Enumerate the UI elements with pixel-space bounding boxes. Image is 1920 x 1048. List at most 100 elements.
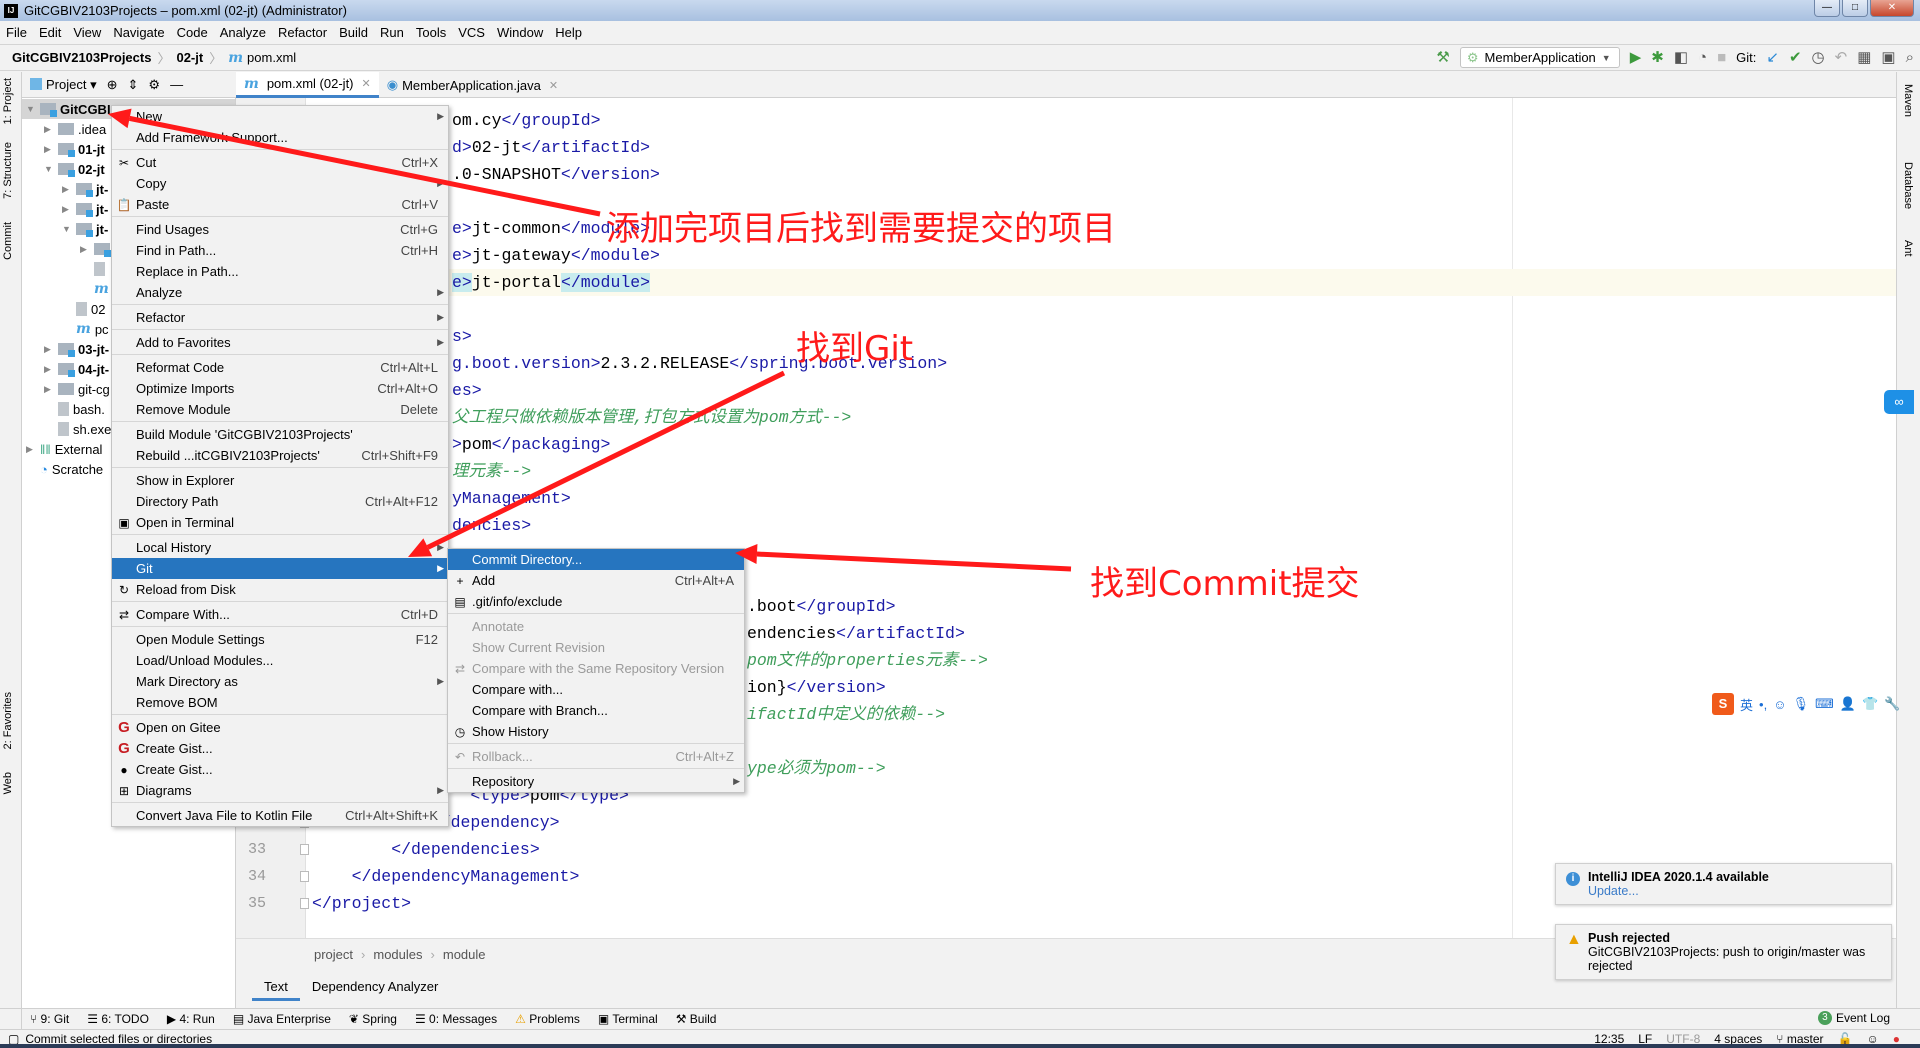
menu-item-convert-java-file-to-kotlin-file[interactable]: Convert Java File to Kotlin File Ctrl+Alt… bbox=[112, 805, 448, 826]
menu-item-new[interactable]: New ▶ bbox=[112, 106, 448, 127]
menu-item-cut[interactable]: ✂ Cut Ctrl+X bbox=[112, 152, 448, 173]
tool-window-0-messages[interactable]: ☰ 0: Messages bbox=[415, 1012, 497, 1026]
tool-window-4-run[interactable]: ▶ 4: Run bbox=[167, 1012, 215, 1026]
menu-view[interactable]: View bbox=[73, 25, 101, 40]
menu-item-remove-module[interactable]: Remove Module Delete bbox=[112, 399, 448, 420]
run-configuration-dropdown[interactable]: ⚙ MemberApplication ▼ bbox=[1459, 47, 1620, 68]
menu-item-build-module-gitcgbiv2103projects[interactable]: Build Module 'GitCGBIV2103Projects' bbox=[112, 424, 448, 445]
menu-item-local-history[interactable]: Local History ▶ bbox=[112, 537, 448, 558]
chevron-down-icon[interactable]: ▼ bbox=[44, 164, 58, 174]
menu-item-compare-with[interactable]: ⇄ Compare With... Ctrl+D bbox=[112, 604, 448, 625]
git-rollback-icon[interactable]: ↶ bbox=[1835, 50, 1848, 65]
breadcrumb-module[interactable]: 02-jt bbox=[176, 50, 203, 65]
run-icon[interactable]: ▶ bbox=[1630, 50, 1642, 65]
menu-item-optimize-imports[interactable]: Optimize Imports Ctrl+Alt+O bbox=[112, 378, 448, 399]
tree-item[interactable]: ▶ 03-jt- bbox=[44, 339, 109, 359]
chevron-right-icon[interactable]: ▶ bbox=[26, 444, 40, 455]
menu-code[interactable]: Code bbox=[177, 25, 208, 40]
menu-item-reload-from-disk[interactable]: ↻ Reload from Disk bbox=[112, 579, 448, 600]
menu-item-rebuild-itcgbiv2103projects[interactable]: Rebuild ...itCGBIV2103Projects' Ctrl+Shif… bbox=[112, 445, 448, 466]
skin-icon[interactable]: 👕 bbox=[1862, 696, 1878, 712]
locate-icon[interactable]: ⊕ bbox=[107, 77, 118, 93]
menu-item-copy[interactable]: Copy ▶ bbox=[112, 173, 448, 194]
menu-item-commit-directory[interactable]: Commit Directory... bbox=[448, 549, 744, 570]
gear-icon[interactable]: ⚙ bbox=[148, 77, 160, 93]
menu-item-replace-in-path[interactable]: Replace in Path... bbox=[112, 261, 448, 282]
chevron-right-icon[interactable]: ▶ bbox=[62, 184, 76, 195]
close-button[interactable]: ✕ bbox=[1870, 0, 1914, 17]
minimize-button[interactable]: — bbox=[1814, 0, 1840, 17]
tool-window-maven[interactable]: Maven bbox=[1902, 84, 1914, 117]
menu-tools[interactable]: Tools bbox=[416, 25, 446, 40]
chevron-right-icon[interactable]: ▶ bbox=[44, 124, 58, 135]
tree-item[interactable]: ▶ 04-jt- bbox=[44, 359, 109, 379]
menu-item-open-on-gitee[interactable]: G Open on Gitee bbox=[112, 717, 448, 738]
xml-breadcrumb-module[interactable]: module bbox=[443, 947, 486, 962]
hide-icon[interactable]: — bbox=[170, 77, 183, 92]
notification-link[interactable]: Update... bbox=[1588, 884, 1883, 898]
tool-window-6-todo[interactable]: ☰ 6: TODO bbox=[87, 1012, 149, 1026]
menu-item-paste[interactable]: 📋 Paste Ctrl+V bbox=[112, 194, 448, 215]
tree-item[interactable]: ▼ jt- bbox=[62, 219, 108, 239]
tree-item[interactable]: m bbox=[80, 279, 113, 299]
chevron-right-icon[interactable]: ▶ bbox=[44, 384, 58, 395]
tree-item[interactable]: m pc bbox=[62, 319, 109, 339]
tree-item[interactable]: ▼ 02-jt bbox=[44, 159, 105, 179]
tool-window-commit[interactable]: Commit bbox=[2, 222, 14, 260]
collapse-all-icon[interactable]: ⇕ bbox=[128, 77, 139, 93]
git-update-icon[interactable]: ↙ bbox=[1766, 50, 1779, 65]
menu-item-show-history[interactable]: ◷ Show History bbox=[448, 721, 744, 742]
tree-item[interactable]: ▶ .idea bbox=[44, 119, 106, 139]
tool-window-1-project[interactable]: 1: Project bbox=[2, 78, 14, 124]
floating-assistant-icon[interactable]: ∞ bbox=[1884, 390, 1914, 414]
tree-item[interactable] bbox=[80, 259, 109, 279]
tree-item[interactable]: bash. bbox=[44, 399, 105, 419]
menu-item-repository[interactable]: Repository ▶ bbox=[448, 771, 744, 792]
subtab-text[interactable]: Text bbox=[252, 975, 300, 1001]
menu-item-open-in-terminal[interactable]: ▣ Open in Terminal bbox=[112, 512, 448, 533]
fold-marker-icon[interactable] bbox=[300, 898, 309, 909]
profile-icon[interactable]: ◔ bbox=[1698, 50, 1707, 65]
build-hammer-icon[interactable]: ⚒ bbox=[1436, 50, 1449, 65]
tool-window-7-structure[interactable]: 7: Structure bbox=[2, 142, 14, 199]
punctuation-icon[interactable]: •, bbox=[1759, 697, 1767, 712]
menu-analyze[interactable]: Analyze bbox=[220, 25, 266, 40]
tool-window-spring[interactable]: ❦ Spring bbox=[349, 1012, 397, 1026]
project-structure-icon[interactable]: ▦ bbox=[1857, 50, 1871, 65]
tab-pom-xml-02-jt[interactable]: m pom.xml (02-jt) ✕ bbox=[236, 72, 379, 98]
menu-item-compare-with-branch[interactable]: Compare with Branch... bbox=[448, 700, 744, 721]
tree-item[interactable]: ▶ jt- bbox=[62, 179, 108, 199]
user-icon[interactable]: 👤 bbox=[1840, 696, 1856, 712]
tree-item[interactable]: ▶ git-cg bbox=[44, 379, 110, 399]
close-tab-icon[interactable]: ✕ bbox=[549, 79, 558, 92]
menu-item-add[interactable]: + Add Ctrl+Alt+A bbox=[448, 570, 744, 591]
maximize-button[interactable]: □ bbox=[1842, 0, 1868, 17]
ime-language[interactable]: 英 bbox=[1740, 695, 1753, 714]
menu-item-find-in-path[interactable]: Find in Path... Ctrl+H bbox=[112, 240, 448, 261]
debug-icon[interactable]: ✱ bbox=[1651, 50, 1664, 65]
menu-item-create-gist[interactable]: G Create Gist... bbox=[112, 738, 448, 759]
menu-item-add-framework-support[interactable]: Add Framework Support... bbox=[112, 127, 448, 148]
project-view-dropdown[interactable]: Project ▾ bbox=[30, 77, 97, 93]
tree-item[interactable]: sh.exe bbox=[44, 419, 111, 439]
tab-memberapplication-java[interactable]: ◉ MemberApplication.java ✕ bbox=[379, 72, 566, 98]
microphone-icon[interactable]: 🎙 bbox=[1792, 696, 1809, 712]
stop-icon[interactable]: ■ bbox=[1717, 50, 1726, 65]
xml-breadcrumb-modules[interactable]: modules bbox=[373, 947, 422, 962]
tool-window-java-enterprise[interactable]: ▤ Java Enterprise bbox=[233, 1012, 331, 1026]
tree-item[interactable]: ▶ jt- bbox=[62, 199, 108, 219]
menu-item-remove-bom[interactable]: Remove BOM bbox=[112, 692, 448, 713]
chevron-right-icon[interactable]: ▶ bbox=[62, 204, 76, 215]
menu-item-reformat-code[interactable]: Reformat Code Ctrl+Alt+L bbox=[112, 357, 448, 378]
tool-window-build[interactable]: ⚒ Build bbox=[676, 1012, 717, 1026]
fold-marker-icon[interactable] bbox=[300, 871, 309, 882]
menu-refactor[interactable]: Refactor bbox=[278, 25, 327, 40]
menu-item-show-in-explorer[interactable]: Show in Explorer bbox=[112, 470, 448, 491]
chevron-right-icon[interactable]: ▶ bbox=[80, 244, 94, 255]
menu-build[interactable]: Build bbox=[339, 25, 368, 40]
run-with-coverage-icon[interactable]: ◧ bbox=[1674, 50, 1688, 65]
tool-window-9-git[interactable]: ⑂ 9: Git bbox=[30, 1012, 69, 1026]
chevron-right-icon[interactable]: ▶ bbox=[44, 144, 58, 155]
emoji-icon[interactable]: ☺ bbox=[1773, 697, 1786, 712]
tool-window-terminal[interactable]: ▣ Terminal bbox=[598, 1012, 658, 1026]
